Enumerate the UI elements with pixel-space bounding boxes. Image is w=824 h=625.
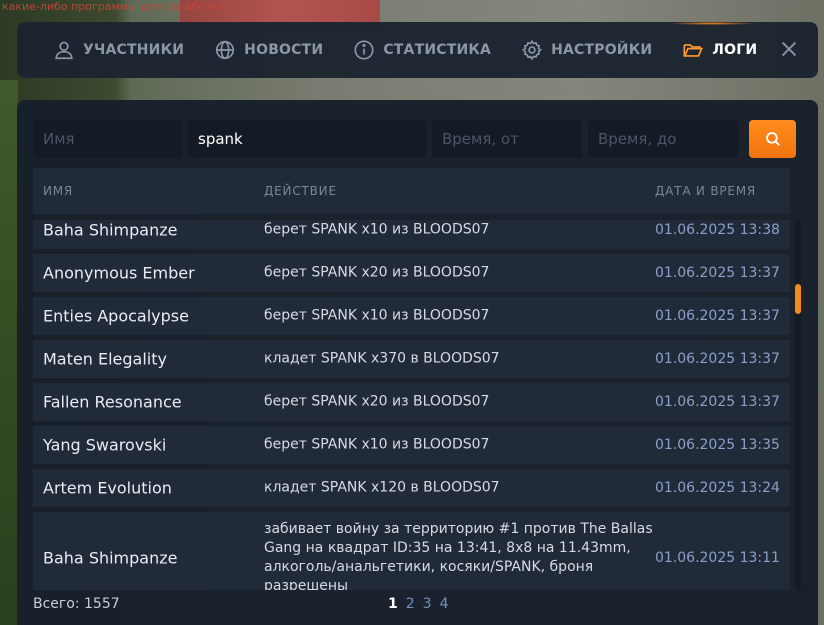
row-name: Enties Apocalypse xyxy=(43,306,189,326)
row-date: 01.06.2025 13:37 xyxy=(655,308,780,324)
row-name: Baha Shimpanze xyxy=(43,220,178,240)
top-nav: УЧАСТНИКИ НОВОСТИ СТАТИСТИКА НАСТРОЙКИ Л… xyxy=(17,22,818,78)
scrollbar[interactable] xyxy=(795,220,801,590)
scrollbar-thumb[interactable] xyxy=(795,284,801,314)
user-icon xyxy=(55,41,73,60)
tab-logs[interactable]: ЛОГИ xyxy=(682,39,757,61)
row-date: 01.06.2025 13:24 xyxy=(655,480,780,496)
time-to-input[interactable] xyxy=(588,120,738,158)
search-icon xyxy=(765,132,780,147)
row-action: кладет SPANK x370 в BLOODS07 xyxy=(264,350,500,367)
table-body[interactable]: Baha Shimpanze берет SPANK x10 из BLOODS… xyxy=(33,220,790,590)
page-link-1[interactable]: 1 xyxy=(388,596,398,612)
header-name: ИМЯ xyxy=(43,184,74,198)
row-date: 01.06.2025 13:11 xyxy=(655,550,780,566)
row-action: берет SPANK x10 из BLOODS07 xyxy=(264,436,490,453)
row-name: Yang Swarovski xyxy=(43,435,167,455)
search-button[interactable] xyxy=(749,120,796,158)
row-action: берет SPANK x10 из BLOODS07 xyxy=(264,221,490,238)
row-date: 01.06.2025 13:37 xyxy=(655,265,780,281)
row-date: 01.06.2025 13:37 xyxy=(655,351,780,367)
gear-icon xyxy=(521,39,543,61)
background-foliage xyxy=(0,80,18,625)
query-filter-input[interactable] xyxy=(188,120,426,158)
table-header: ИМЯ ДЕЙСТВИЕ ДАТА И ВРЕМЯ xyxy=(33,168,790,214)
row-action: берет SPANK x20 из BLOODS07 xyxy=(264,393,490,410)
row-name: Maten Elegality xyxy=(43,349,167,369)
page-link-4[interactable]: 4 xyxy=(440,596,449,612)
table-footer: Всего: 1557 1 2 3 4 xyxy=(33,594,790,616)
time-from-input[interactable] xyxy=(432,120,582,158)
header-action: ДЕЙСТВИЕ xyxy=(264,184,337,198)
tab-participants[interactable]: УЧАСТНИКИ xyxy=(53,39,184,61)
row-name: Baha Shimpanze xyxy=(43,548,178,568)
folder-icon xyxy=(683,44,704,57)
info-icon xyxy=(354,40,374,60)
tab-statistics-label: СТАТИСТИКА xyxy=(383,42,492,58)
table-row[interactable]: Baha Shimpanze забивает войну за террито… xyxy=(33,512,790,590)
globe-icon xyxy=(216,40,235,60)
table-row[interactable]: Fallen Resonance берет SPANK x20 из BLOO… xyxy=(33,383,790,421)
tab-participants-label: УЧАСТНИКИ xyxy=(83,42,185,58)
table-row[interactable]: Maten Elegality кладет SPANK x370 в BLOO… xyxy=(33,340,790,378)
name-filter-input[interactable] xyxy=(33,120,182,158)
tab-statistics[interactable]: СТАТИСТИКА xyxy=(353,39,491,61)
filter-bar xyxy=(33,120,796,158)
row-name: Fallen Resonance xyxy=(43,392,182,412)
logs-panel: ИМЯ ДЕЙСТВИЕ ДАТА И ВРЕМЯ Baha Shimpanze… xyxy=(17,100,818,625)
table-row[interactable]: Baha Shimpanze берет SPANK x10 из BLOODS… xyxy=(33,220,790,249)
pagination: 1 2 3 4 xyxy=(388,596,449,612)
page-link-2[interactable]: 2 xyxy=(406,596,415,612)
row-action: забивает войну за территорию #1 против T… xyxy=(264,521,653,590)
row-action: кладет SPANK x120 в BLOODS07 xyxy=(264,479,500,496)
tab-settings[interactable]: НАСТРОЙКИ xyxy=(521,39,652,61)
row-date: 01.06.2025 13:35 xyxy=(655,437,780,453)
row-name: Artem Evolution xyxy=(43,478,172,498)
tab-news-label: НОВОСТИ xyxy=(244,42,324,58)
table-row[interactable]: Artem Evolution кладет SPANK x120 в BLOO… xyxy=(33,469,790,507)
tab-logs-label: ЛОГИ xyxy=(712,42,758,58)
row-action: берет SPANK x20 из BLOODS07 xyxy=(264,264,490,281)
table-row[interactable]: Enties Apocalypse берет SPANK x10 из BLO… xyxy=(33,297,790,335)
table-row[interactable]: Anonymous Ember берет SPANK x20 из BLOOD… xyxy=(33,254,790,292)
header-date: ДАТА И ВРЕМЯ xyxy=(655,184,757,198)
row-date: 01.06.2025 13:37 xyxy=(655,394,780,410)
row-name: Anonymous Ember xyxy=(43,263,195,283)
background-overlay-text: какие-либо программы для заработка xyxy=(2,0,225,13)
total-count: Всего: 1557 xyxy=(33,596,120,612)
tab-news[interactable]: НОВОСТИ xyxy=(214,39,323,61)
row-action: берет SPANK x10 из BLOODS07 xyxy=(264,307,490,324)
close-icon[interactable] xyxy=(778,38,800,60)
tab-settings-label: НАСТРОЙКИ xyxy=(551,42,653,58)
table-row[interactable]: Yang Swarovski берет SPANK x10 из BLOODS… xyxy=(33,426,790,464)
page-link-3[interactable]: 3 xyxy=(423,596,432,612)
row-date: 01.06.2025 13:38 xyxy=(655,222,780,238)
